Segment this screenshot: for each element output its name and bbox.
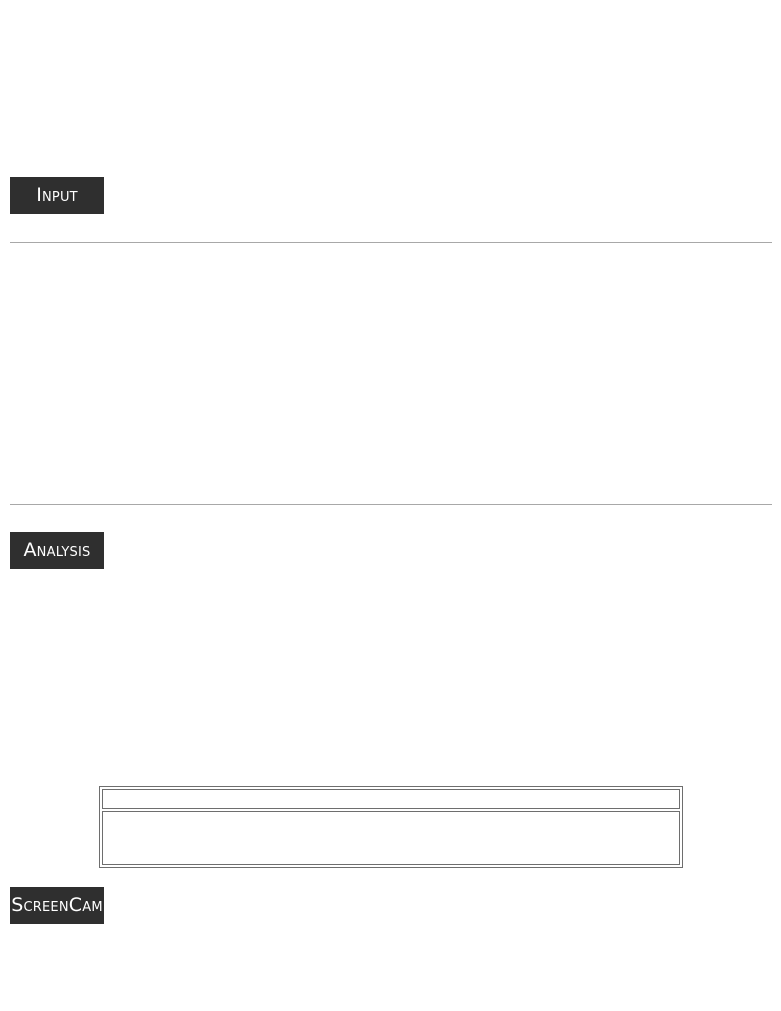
horizontal-divider: [10, 504, 772, 505]
analysis-section-label: Analysis: [10, 532, 104, 569]
horizontal-divider: [10, 242, 772, 243]
screencam-section-label[interactable]: ScreenCam: [10, 887, 104, 924]
table-body-cell: [102, 811, 680, 865]
table-header-cell: [102, 789, 680, 809]
bordered-table: [99, 786, 683, 868]
input-section-label: Input: [10, 177, 104, 214]
